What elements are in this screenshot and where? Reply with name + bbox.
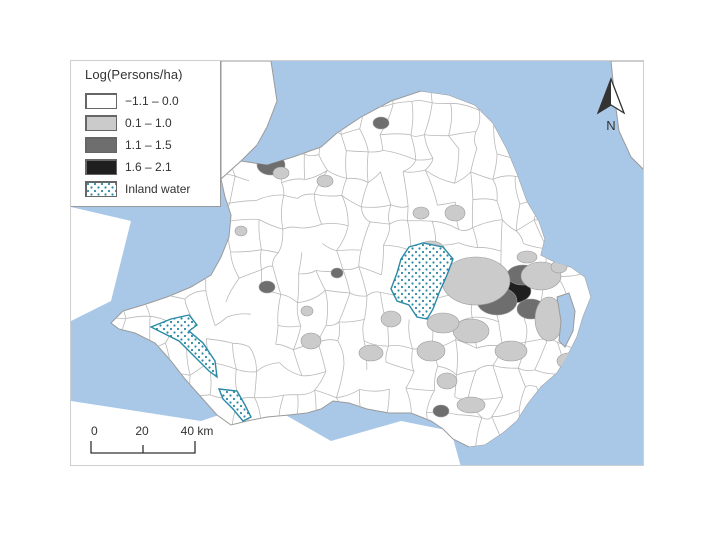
density-patch <box>426 312 460 334</box>
legend-label: Inland water <box>125 182 191 196</box>
legend-item: 0.1 – 1.0 <box>85 112 220 134</box>
density-patch <box>494 340 528 362</box>
scale-tick-label: 20 <box>135 424 149 438</box>
legend-swatch <box>85 115 117 131</box>
density-patch <box>330 267 344 279</box>
density-patch <box>380 310 402 328</box>
legend-label: 1.1 – 1.5 <box>125 138 172 152</box>
density-patch <box>412 206 430 220</box>
density-patch <box>234 225 248 237</box>
density-patch <box>358 344 384 362</box>
density-patch <box>300 305 314 317</box>
density-patch <box>436 372 458 390</box>
legend-swatch <box>85 93 117 109</box>
density-patch <box>258 280 276 294</box>
density-patch <box>316 174 334 188</box>
scale-tick-label: 0 <box>91 424 98 438</box>
legend-title: Log(Persons/ha) <box>85 67 183 82</box>
legend-label: −1.1 – 0.0 <box>125 94 179 108</box>
density-patch <box>272 166 290 180</box>
map-legend: Log(Persons/ha) −1.1 – 0.0 0.1 – 1.0 1.1… <box>71 61 221 207</box>
density-patch <box>456 396 486 414</box>
map-frame: Log(Persons/ha) −1.1 – 0.0 0.1 – 1.0 1.1… <box>70 60 644 466</box>
scale-bar: 0 20 40 km <box>90 424 214 454</box>
legend-item: 1.1 – 1.5 <box>85 134 220 156</box>
density-patch <box>444 204 466 222</box>
density-patch <box>372 116 390 130</box>
legend-swatch <box>85 181 117 197</box>
north-arrow-icon: N <box>596 77 626 133</box>
legend-item: −1.1 – 0.0 <box>85 90 220 112</box>
density-patch <box>416 340 446 362</box>
density-patch <box>432 404 450 418</box>
legend-swatch <box>85 137 117 153</box>
legend-label: 1.6 – 2.1 <box>125 160 172 174</box>
legend-item: Inland water <box>85 178 220 200</box>
legend-label: 0.1 – 1.0 <box>125 116 172 130</box>
legend-item: 1.6 – 2.1 <box>85 156 220 178</box>
density-patch <box>441 256 511 306</box>
legend-swatch <box>85 159 117 175</box>
north-label: N <box>606 118 615 133</box>
density-patch <box>516 250 538 264</box>
density-patch <box>300 332 322 350</box>
scale-tick-label: 40 km <box>181 424 214 438</box>
